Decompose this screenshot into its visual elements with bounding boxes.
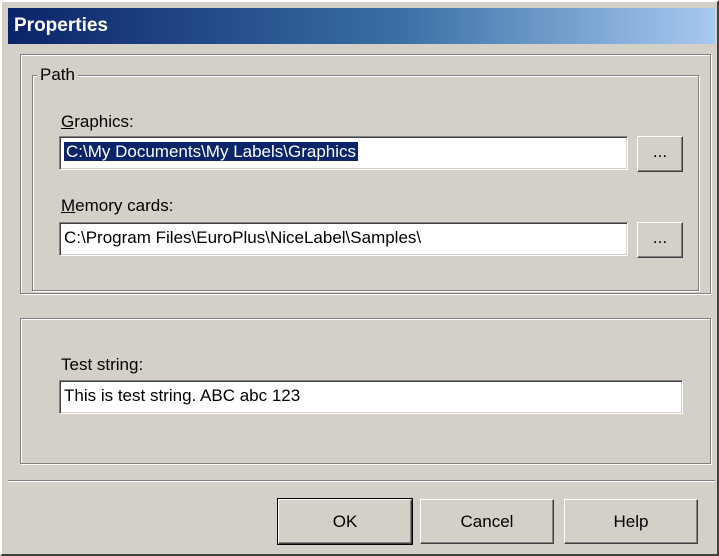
graphics-label: Graphics: bbox=[61, 112, 134, 132]
graphics-browse-button[interactable]: ... bbox=[637, 136, 683, 172]
memory-cards-path-value: C:\Program Files\EuroPlus\NiceLabel\Samp… bbox=[64, 228, 422, 247]
graphics-label-accel: G bbox=[61, 112, 75, 131]
test-string-input[interactable]: This is test string. ABC abc 123 bbox=[59, 380, 683, 414]
window-title: Properties bbox=[14, 15, 108, 36]
button-bar-separator bbox=[8, 480, 715, 482]
cancel-button-label: Cancel bbox=[460, 512, 514, 531]
ok-button[interactable]: OK bbox=[277, 498, 413, 545]
cancel-button[interactable]: Cancel bbox=[420, 499, 554, 544]
test-string-value: This is test string. ABC abc 123 bbox=[64, 386, 301, 405]
help-button-label: Help bbox=[613, 512, 649, 531]
graphics-label-text: raphics: bbox=[74, 112, 134, 131]
memory-cards-browse-label: ... bbox=[652, 228, 668, 247]
memory-cards-label: Memory cards: bbox=[61, 196, 173, 216]
properties-dialog: Properties Path Graphics: C:\My Document… bbox=[0, 0, 719, 556]
title-bar[interactable]: Properties bbox=[8, 8, 715, 44]
path-legend: Path bbox=[37, 65, 78, 85]
memory-cards-path-input[interactable]: C:\Program Files\EuroPlus\NiceLabel\Samp… bbox=[59, 222, 628, 256]
graphics-path-value: C:\My Documents\My Labels\Graphics bbox=[64, 142, 359, 161]
graphics-browse-label: ... bbox=[652, 142, 668, 161]
graphics-path-input[interactable]: C:\My Documents\My Labels\Graphics bbox=[59, 136, 628, 170]
help-button[interactable]: Help bbox=[564, 499, 698, 544]
path-groupbox bbox=[32, 75, 699, 291]
memory-cards-label-accel: M bbox=[61, 196, 76, 215]
ok-button-label: OK bbox=[332, 512, 358, 531]
memory-cards-browse-button[interactable]: ... bbox=[637, 222, 683, 258]
memory-cards-label-text: emory cards: bbox=[75, 196, 174, 215]
test-string-label: Test string: bbox=[61, 355, 144, 374]
